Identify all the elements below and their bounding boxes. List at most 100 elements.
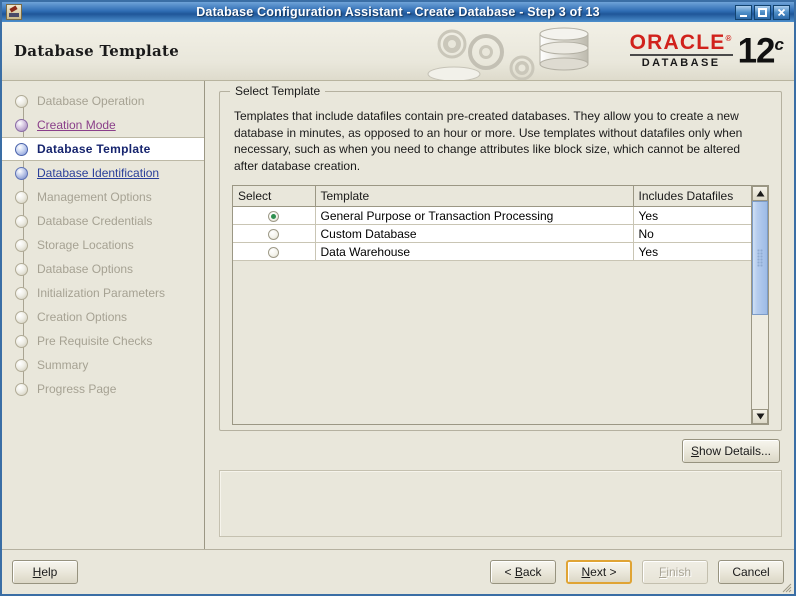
- table-empty-area: [233, 261, 751, 424]
- show-details-button[interactable]: Show Details...: [681, 439, 780, 463]
- template-table: Select Template Includes Datafiles Gener…: [233, 186, 751, 261]
- scrollbar-track[interactable]: [752, 201, 768, 409]
- column-header-template[interactable]: Template: [315, 186, 634, 207]
- cancel-button[interactable]: Cancel: [718, 560, 784, 584]
- sidebar-item-database-operation[interactable]: Database Operation: [15, 89, 204, 113]
- sidebar-item-label: Creation Options: [37, 310, 128, 324]
- table-row[interactable]: Data Warehouse Yes: [233, 242, 751, 261]
- sidebar-item-label: Progress Page: [37, 382, 117, 396]
- table-header-row: Select Template Includes Datafiles: [233, 186, 751, 207]
- row-select-cell[interactable]: [233, 206, 316, 225]
- template-table-scrollport: Select Template Includes Datafiles Gener…: [233, 186, 751, 424]
- step-bullet-icon: [15, 142, 28, 156]
- step-bullet-icon: [15, 190, 28, 204]
- message-panel: [219, 470, 782, 537]
- step-bullet-icon: [15, 382, 28, 396]
- step-bullet-icon: [15, 166, 28, 180]
- sidebar-item-label: Database Template: [37, 142, 151, 156]
- sidebar-item-storage-locations[interactable]: Storage Locations: [15, 233, 204, 257]
- step-list: Database Operation Creation Mode Databas…: [2, 89, 204, 401]
- sidebar: Database Operation Creation Mode Databas…: [2, 81, 205, 549]
- column-header-select[interactable]: Select: [233, 186, 316, 207]
- back-button[interactable]: < Back: [490, 560, 556, 584]
- sidebar-item-label: Initialization Parameters: [37, 286, 166, 300]
- oracle-wordmark: ORACLE®: [629, 31, 733, 54]
- column-header-includes-datafiles[interactable]: Includes Datafiles: [633, 186, 751, 207]
- step-bullet-icon: [15, 118, 28, 132]
- minimize-icon[interactable]: [735, 4, 752, 20]
- help-button[interactable]: Help: [12, 560, 78, 584]
- sidebar-item-label: Summary: [37, 358, 89, 372]
- close-icon[interactable]: [773, 4, 790, 20]
- step-bullet-icon: [15, 286, 28, 300]
- row-includes-datafiles: No: [633, 224, 751, 243]
- sidebar-item-label: Database Options: [37, 262, 134, 276]
- oracle-version: 12c: [737, 31, 784, 71]
- step-bullet-icon: [15, 94, 28, 108]
- sidebar-item-management-options[interactable]: Management Options: [15, 185, 204, 209]
- oracle-brand-logo: ORACLE® DATABASE 12c: [629, 28, 784, 71]
- step-bullet-icon: [15, 358, 28, 372]
- sidebar-item-summary[interactable]: Summary: [15, 353, 204, 377]
- radio-button-icon[interactable]: [268, 246, 280, 258]
- template-table-container: Select Template Includes Datafiles Gener…: [232, 185, 769, 425]
- sidebar-item-initialization-parameters[interactable]: Initialization Parameters: [15, 281, 204, 305]
- group-legend: Select Template: [230, 84, 326, 98]
- brand-divider: [629, 54, 733, 56]
- sidebar-item-label: Pre Requisite Checks: [37, 334, 153, 348]
- table-row[interactable]: Custom Database No: [233, 224, 751, 243]
- row-select-cell[interactable]: [233, 242, 316, 261]
- sidebar-item-label: Creation Mode: [37, 118, 116, 132]
- main-spacer: [219, 537, 782, 549]
- oracle-product-label: DATABASE: [641, 57, 721, 69]
- sidebar-item-label: Storage Locations: [37, 238, 134, 252]
- app-icon: [6, 4, 22, 20]
- scrollbar-thumb[interactable]: [752, 201, 768, 316]
- sidebar-item-pre-requisite-checks[interactable]: Pre Requisite Checks: [15, 329, 204, 353]
- sidebar-item-label: Management Options: [37, 190, 152, 204]
- scroll-down-arrow-icon[interactable]: [752, 409, 768, 424]
- row-template-name: General Purpose or Transaction Processin…: [315, 206, 634, 225]
- radio-button-icon[interactable]: [268, 210, 280, 222]
- step-bullet-icon: [15, 334, 28, 348]
- resize-grip-icon[interactable]: [780, 581, 792, 593]
- step-bullet-icon: [15, 262, 28, 276]
- select-template-group: Select Template Templates that include d…: [219, 84, 782, 431]
- step-bullet-icon: [15, 310, 28, 324]
- sidebar-item-database-template[interactable]: Database Template: [2, 137, 204, 161]
- finish-button: Finish: [642, 560, 708, 584]
- sidebar-item-creation-mode[interactable]: Creation Mode: [15, 113, 204, 137]
- navigation-buttons: < Back Next > Finish Cancel: [490, 560, 784, 584]
- dbca-window: Database Configuration Assistant - Creat…: [0, 0, 796, 596]
- radio-button-icon[interactable]: [268, 228, 280, 240]
- window-controls: [735, 4, 792, 20]
- scroll-up-arrow-icon[interactable]: [752, 186, 768, 201]
- details-row: Show Details...: [219, 431, 782, 470]
- title-bar: Database Configuration Assistant - Creat…: [2, 2, 794, 22]
- page-header: Database Template ORACLE® DATABASE 12c: [2, 22, 794, 81]
- sidebar-item-database-identification[interactable]: Database Identification: [15, 161, 204, 185]
- window-title: Database Configuration Assistant - Creat…: [196, 5, 600, 19]
- sidebar-item-label: Database Credentials: [37, 214, 153, 228]
- next-button[interactable]: Next >: [566, 560, 632, 584]
- row-includes-datafiles: Yes: [633, 206, 751, 225]
- template-description: Templates that include datafiles contain…: [234, 109, 743, 173]
- template-table-scrollbar[interactable]: [751, 186, 768, 424]
- sidebar-item-creation-options[interactable]: Creation Options: [15, 305, 204, 329]
- footer-bar: Help < Back Next > Finish Cancel: [2, 549, 794, 594]
- table-row[interactable]: General Purpose or Transaction Processin…: [233, 206, 751, 225]
- maximize-icon[interactable]: [754, 4, 771, 20]
- row-select-cell[interactable]: [233, 224, 316, 243]
- row-template-name: Custom Database: [315, 224, 634, 243]
- main-content: Select Template Templates that include d…: [205, 81, 794, 549]
- step-bullet-icon: [15, 214, 28, 228]
- sidebar-item-label: Database Operation: [37, 94, 145, 108]
- sidebar-item-database-credentials[interactable]: Database Credentials: [15, 209, 204, 233]
- row-template-name: Data Warehouse: [315, 242, 634, 261]
- sidebar-item-progress-page[interactable]: Progress Page: [15, 377, 204, 401]
- body: Database Operation Creation Mode Databas…: [2, 81, 794, 549]
- sidebar-item-database-options[interactable]: Database Options: [15, 257, 204, 281]
- sidebar-item-label: Database Identification: [37, 166, 160, 180]
- row-includes-datafiles: Yes: [633, 242, 751, 261]
- page-title: Database Template: [14, 42, 180, 60]
